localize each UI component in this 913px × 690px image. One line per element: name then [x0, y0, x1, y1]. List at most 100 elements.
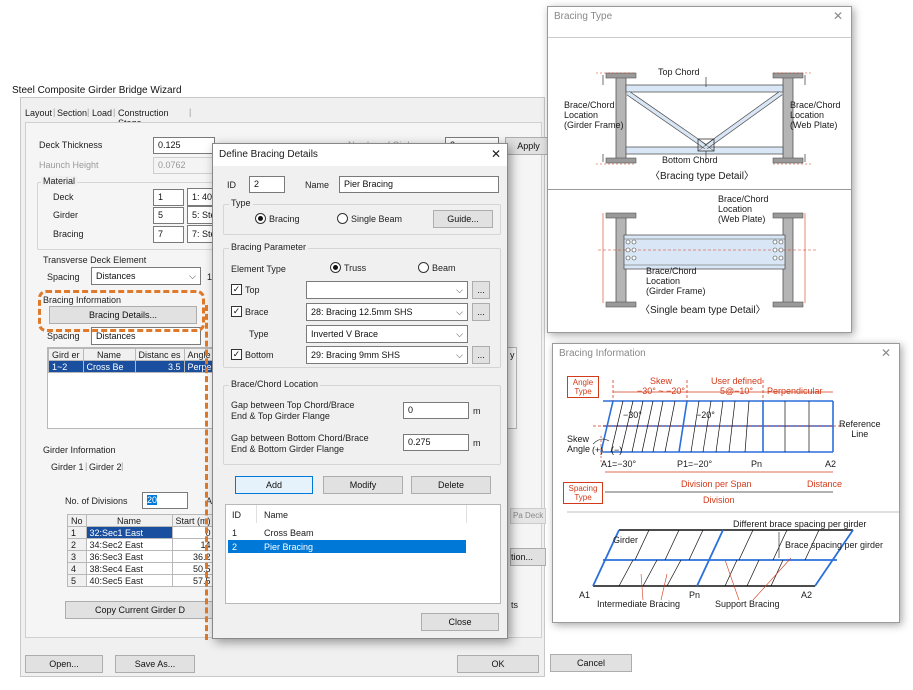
haunch-height-input[interactable]: 0.0762: [153, 157, 215, 174]
reference-line-label: Reference Line: [839, 419, 881, 439]
bottom-ellipsis-button[interactable]: ...: [472, 346, 490, 364]
single-beam-frame-label: Brace/Chord Location (Girder Frame): [646, 266, 706, 296]
add-button[interactable]: Add: [235, 476, 313, 494]
list-item[interactable]: 1 Cross Beam: [228, 526, 466, 539]
bracing-col-distances: Distanc es: [134, 348, 185, 361]
skew-layout-graphic: [592, 380, 845, 493]
table-row[interactable]: 3 36:Sec3 East 36.2 E: [67, 550, 228, 563]
gap-top-label-2: End & Top Girder Flange: [231, 411, 330, 421]
bracing-type-caption: 〈Bracing type Detail〉: [650, 171, 754, 182]
bracing-details-highlight: [38, 290, 205, 332]
top-chord-label: Top Chord: [658, 67, 700, 77]
table-row[interactable]: 5 40:Sec5 East 57.5 E: [67, 574, 228, 587]
cancel-button[interactable]: Cancel: [550, 654, 632, 672]
skew-angle-label: Skew Angle: [567, 434, 591, 454]
location-group-title: Brace/Chord Location: [229, 379, 321, 389]
girder-tab-2[interactable]: Girder 2: [89, 462, 122, 472]
bracing-list: ID Name 1 Cross Beam 2 Pier Bracing: [225, 504, 501, 604]
perpendicular-label: Perpendicular: [767, 386, 823, 396]
angle-type-box: Angle Type: [567, 376, 599, 398]
save-as-button[interactable]: Save As...: [115, 655, 195, 673]
truss-radio[interactable]: [330, 262, 341, 273]
dialog-titlebar: Define Bracing Details ✕: [213, 144, 507, 166]
guide-button[interactable]: Guide...: [433, 210, 493, 228]
top-checkbox[interactable]: ✓: [231, 284, 242, 295]
girder-info-label: Girder Information: [43, 445, 116, 455]
dialog-id-label: ID: [227, 180, 236, 190]
chevron-down-icon: ⌵: [456, 307, 463, 317]
girder-label: Girder: [613, 535, 639, 545]
division-per-span-label: Division per Span: [681, 479, 752, 489]
list-header-id: ID: [232, 510, 241, 520]
delete-button[interactable]: Delete: [411, 476, 491, 494]
transverse-spacing-select[interactable]: Distances ⌵: [91, 267, 201, 285]
brace-type-select[interactable]: Inverted V Brace ⌵: [306, 325, 468, 343]
a2-plain-label: A2: [801, 590, 813, 600]
truss-detail-graphic: [596, 72, 813, 165]
girder-col-name: Name: [85, 514, 173, 527]
tion-fragment-button[interactable]: tion...: [510, 548, 546, 566]
brace-select[interactable]: 28: Bracing 12.5mm SHS ⌵: [306, 303, 468, 321]
bracing-info-panel: Bracing Information ✕ Angle Type Skew −3…: [552, 343, 900, 623]
top-label: Top: [245, 285, 260, 295]
spacing-type-box: Spacing Type: [563, 482, 603, 504]
pn-label: Pn: [751, 459, 763, 469]
bottom-checkbox[interactable]: ✓: [231, 349, 242, 360]
tab-load[interactable]: Load: [92, 108, 112, 118]
gap-top-input[interactable]: 0: [403, 402, 469, 419]
brace-ellipsis-button[interactable]: ...: [472, 303, 490, 321]
brace-type-label: Type: [249, 329, 269, 339]
type-bracing-radio[interactable]: [255, 213, 266, 224]
divisions-input[interactable]: 20: [142, 492, 188, 509]
truss-left-label: Brace/Chord Location (Girder Frame): [564, 100, 624, 130]
beam-radio[interactable]: [418, 262, 429, 273]
bracing-type-panel: Bracing Type ✕ Top Chord Bottom Chord Br…: [547, 6, 852, 333]
material-bracing-input[interactable]: 7: [153, 226, 184, 243]
ok-button[interactable]: OK: [457, 655, 539, 673]
tab-section[interactable]: Section: [57, 108, 87, 118]
deg-30-label: −30°: [623, 410, 642, 420]
copy-girder-button[interactable]: Copy Current Girder D: [65, 601, 215, 619]
dialog-close-icon[interactable]: ✕: [491, 147, 501, 161]
dialog-name-label: Name: [305, 180, 330, 190]
bracing-type-panel-title: Bracing Type: [554, 11, 613, 22]
open-button[interactable]: Open...: [25, 655, 103, 673]
tab-layout[interactable]: Layout: [25, 108, 52, 118]
bottom-label: Bottom: [245, 350, 274, 360]
top-ellipsis-button[interactable]: ...: [472, 281, 490, 299]
modify-button[interactable]: Modify: [323, 476, 403, 494]
deck-slab-fragment: Pa Deck Sla: [510, 508, 546, 524]
type-single-beam-radio[interactable]: [337, 213, 348, 224]
bracing-type-close-icon[interactable]: ✕: [833, 9, 843, 23]
dialog-close-button[interactable]: Close: [421, 613, 499, 631]
gap-bottom-input[interactable]: 0.275: [403, 434, 469, 451]
haunch-height-label: Haunch Height: [39, 160, 99, 170]
bracing-param-group-title: Bracing Parameter: [229, 242, 309, 252]
brace-checkbox[interactable]: ✓: [231, 306, 242, 317]
material-deck-input[interactable]: 1: [153, 189, 184, 206]
deg-20-label: −20°: [696, 410, 715, 420]
division-label: Division: [703, 495, 735, 505]
plus-label: (+): [592, 445, 604, 455]
material-deck-label: Deck: [53, 192, 74, 202]
bottom-select[interactable]: 29: Bracing 9mm SHS ⌵: [306, 346, 468, 364]
table-row[interactable]: 2 34:Sec2 East 14 E: [67, 538, 228, 551]
dialog-id-input[interactable]: 2: [249, 176, 285, 193]
apply-girders-button[interactable]: Apply: [505, 137, 552, 155]
a1-plain-label: A1: [579, 590, 591, 600]
girder-tab-1[interactable]: Girder 1: [51, 462, 84, 472]
list-item[interactable]: 2 Pier Bracing: [228, 540, 466, 553]
material-bracing-label: Bracing: [53, 229, 84, 239]
single-beam-caption: 〈Single beam type Detail〉: [640, 305, 766, 316]
table-row[interactable]: 1 32:Sec1 East 0 E: [67, 526, 228, 539]
deck-thickness-input[interactable]: 0.125: [153, 137, 215, 154]
top-select[interactable]: ⌵: [306, 281, 468, 299]
gap-top-label-1: Gap between Top Chord/Brace: [231, 400, 355, 410]
table-row[interactable]: 4 38:Sec4 East 50.5 E: [67, 562, 228, 575]
bracing-table-extra-col: y: [510, 350, 515, 360]
dialog-name-input[interactable]: Pier Bracing: [339, 176, 499, 193]
material-girder-input[interactable]: 5: [153, 207, 184, 224]
a2-label: A2: [825, 459, 837, 469]
minus-label: (−): [611, 445, 623, 455]
bottom-chord-label: Bottom Chord: [662, 155, 718, 165]
